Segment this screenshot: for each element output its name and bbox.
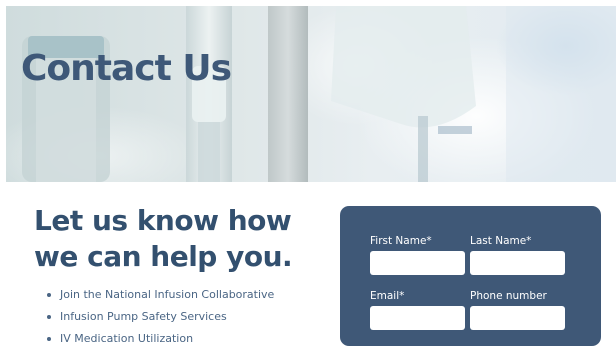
email-field[interactable] xyxy=(370,306,465,330)
first-name-label: First Name* xyxy=(370,235,432,247)
service-link-collaborative[interactable]: Join the National Infusion Collaborative xyxy=(60,288,274,301)
email-label: Email* xyxy=(370,290,405,302)
bullet-icon xyxy=(47,293,51,297)
bullet-icon xyxy=(47,315,51,319)
service-link-medication-utilization[interactable]: IV Medication Utilization xyxy=(60,332,193,345)
first-name-field[interactable] xyxy=(370,251,465,275)
hero-banner: Contact Us xyxy=(6,6,616,182)
contact-form: First Name* Last Name* Email* Phone numb… xyxy=(340,206,601,346)
hero-background-image xyxy=(6,6,616,182)
service-link-pump-safety[interactable]: Infusion Pump Safety Services xyxy=(60,310,227,323)
page-title: Contact Us xyxy=(21,48,232,89)
help-heading-line-1: Let us know how xyxy=(34,204,292,237)
help-heading: Let us know how we can help you. xyxy=(34,203,334,275)
list-item[interactable]: IV Medication Utilization xyxy=(46,331,274,353)
help-heading-line-2: we can help you. xyxy=(34,240,293,273)
bullet-icon xyxy=(47,337,51,341)
services-list: Join the National Infusion Collaborative… xyxy=(46,287,274,353)
phone-field[interactable] xyxy=(470,306,565,330)
list-item[interactable]: Join the National Infusion Collaborative xyxy=(46,287,274,309)
list-item[interactable]: Infusion Pump Safety Services xyxy=(46,309,274,331)
last-name-field[interactable] xyxy=(470,251,565,275)
phone-label: Phone number xyxy=(470,290,547,302)
last-name-label: Last Name* xyxy=(470,235,532,247)
